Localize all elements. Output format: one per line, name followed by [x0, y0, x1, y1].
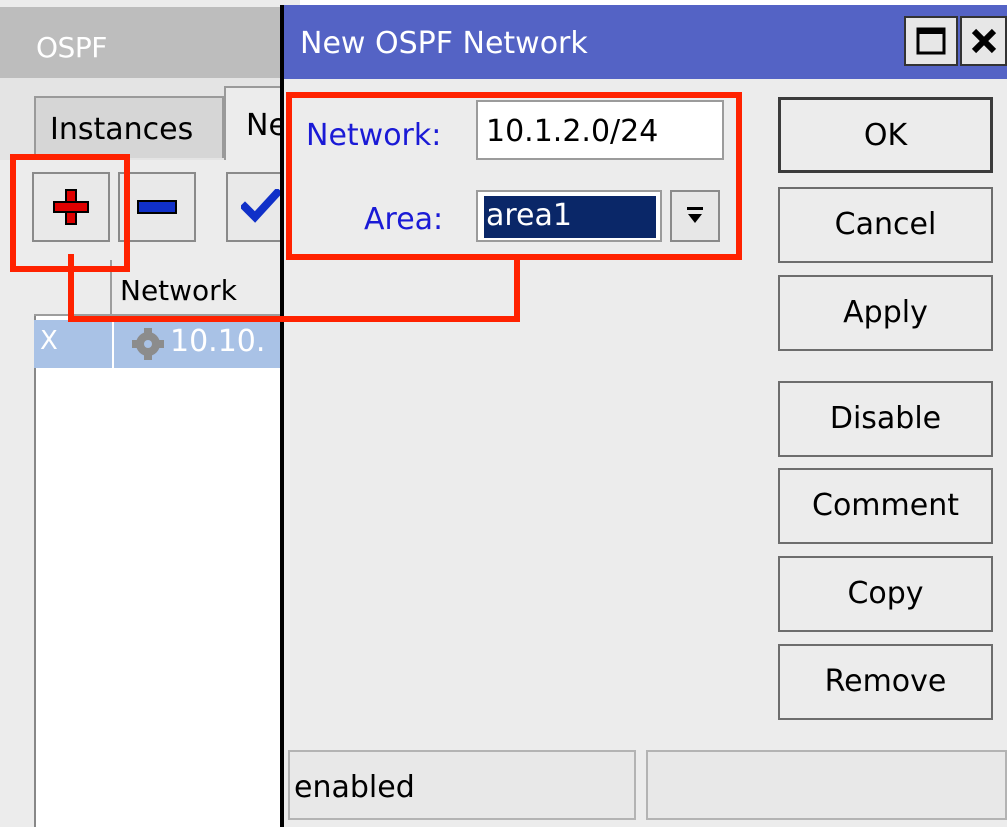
tab-instances-label: Instances	[50, 112, 194, 147]
comment-button[interactable]: Comment	[778, 468, 993, 544]
highlight-connector-line	[68, 254, 520, 322]
column-divider	[112, 320, 114, 368]
copy-button[interactable]: Copy	[778, 556, 993, 632]
checkmark-icon	[241, 189, 281, 223]
close-button[interactable]	[960, 16, 1007, 66]
dialog-title: New OSPF Network	[300, 26, 588, 61]
ospf-window-title: OSPF	[36, 31, 107, 64]
disable-button[interactable]: Disable	[778, 381, 993, 457]
maximize-button[interactable]	[904, 16, 958, 66]
minus-icon	[137, 200, 177, 214]
ospf-window-titlebar: OSPF	[0, 7, 290, 78]
status-panel-right	[646, 750, 1007, 820]
cancel-button[interactable]: Cancel	[778, 187, 993, 263]
row-network: 10.10.	[170, 324, 266, 359]
remove-dialog-button[interactable]: Remove	[778, 644, 993, 720]
close-icon	[971, 28, 996, 54]
status-text: enabled	[288, 750, 636, 820]
gear-icon	[128, 326, 168, 366]
tab-instances[interactable]: Instances	[34, 96, 224, 158]
maximize-icon	[916, 27, 946, 55]
ok-button[interactable]: OK	[778, 97, 993, 173]
highlight-fields	[286, 92, 742, 260]
apply-button[interactable]: Apply	[778, 275, 993, 351]
row-flag: X	[40, 326, 58, 356]
